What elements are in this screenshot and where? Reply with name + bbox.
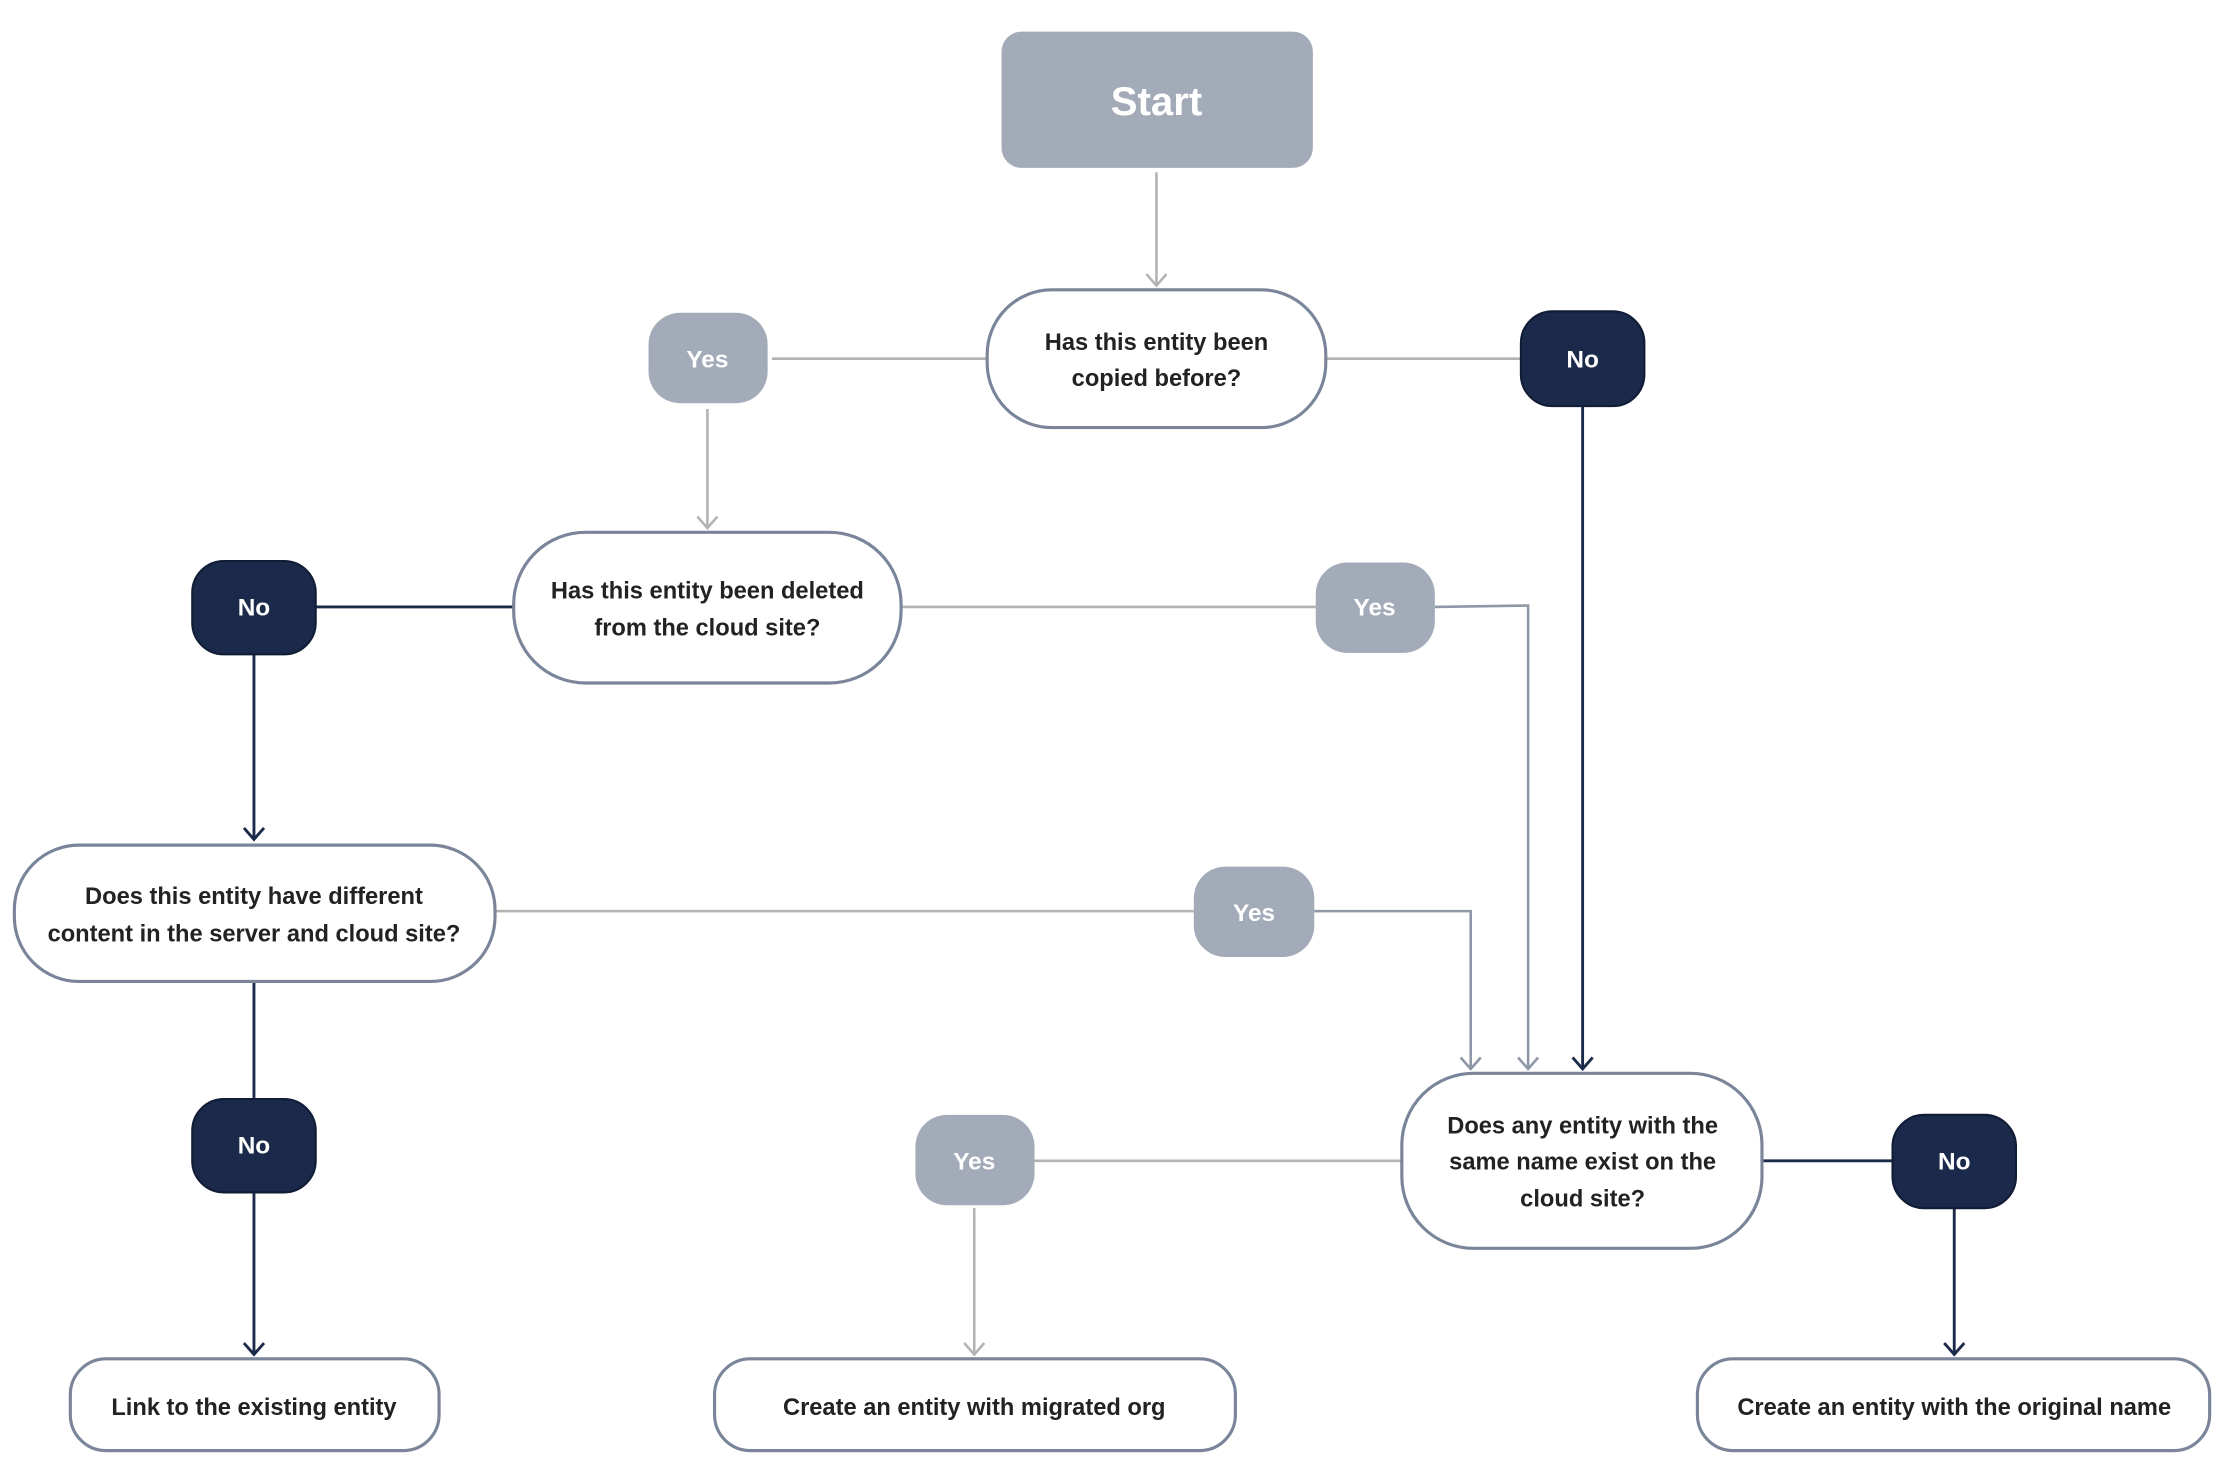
flowchart: Start Has this entity been copied before…: [12, 31, 2212, 1453]
yes-label: Yes: [686, 346, 728, 373]
start-node: Start: [1001, 31, 1313, 168]
outcome-original-name: Create an entity with the original name: [1695, 1357, 2212, 1453]
answer-no-q4: No: [1891, 1113, 2018, 1210]
question-text: copied before?: [1072, 366, 1242, 392]
no-label: No: [1938, 1148, 1971, 1175]
question-text: content in the server and cloud site?: [48, 921, 461, 947]
connector-yes-q4: [1434, 604, 1530, 1069]
no-label: No: [238, 595, 271, 622]
question-text: Has this entity been deleted: [551, 578, 864, 604]
question-deleted-from-cloud: Has this entity been deleted from the cl…: [512, 530, 903, 685]
answer-no-q3: No: [191, 1098, 317, 1194]
question-text: from the cloud site?: [594, 616, 820, 642]
outcome-label: Create an entity with migrated org: [783, 1395, 1166, 1421]
outcome-migrated-org: Create an entity with migrated org: [712, 1357, 1237, 1453]
answer-yes-q2: Yes: [1315, 562, 1435, 653]
yes-label: Yes: [953, 1148, 995, 1175]
outcome-label: Create an entity with the original name: [1737, 1395, 2171, 1421]
yes-label: Yes: [1233, 900, 1275, 927]
question-different-content: Does this entity have different content …: [12, 843, 497, 984]
question-copied-before: Has this entity been copied before?: [985, 288, 1328, 430]
no-label: No: [238, 1133, 271, 1160]
no-label: No: [1566, 346, 1599, 373]
answer-yes-q3: Yes: [1193, 866, 1315, 958]
answer-no-q1: No: [1519, 310, 1646, 408]
yes-label: Yes: [1354, 595, 1396, 622]
answer-no-q2: No: [191, 559, 317, 656]
question-same-name-exists: Does any entity with the same name exist…: [1400, 1071, 1764, 1250]
answer-yes-q1: Yes: [648, 312, 768, 404]
outcome-link-existing: Link to the existing entity: [68, 1357, 441, 1453]
question-text: Does this entity have different: [85, 884, 423, 910]
answer-yes-q4: Yes: [915, 1114, 1035, 1206]
connector-yes-q4-b: [1314, 909, 1473, 1069]
question-text: cloud site?: [1520, 1187, 1645, 1213]
outcome-label: Link to the existing entity: [111, 1395, 397, 1421]
question-text: same name exist on the: [1449, 1149, 1716, 1175]
start-label: Start: [1111, 79, 1203, 124]
question-text: Does any entity with the: [1447, 1114, 1718, 1140]
question-text: Has this entity been: [1045, 330, 1268, 356]
